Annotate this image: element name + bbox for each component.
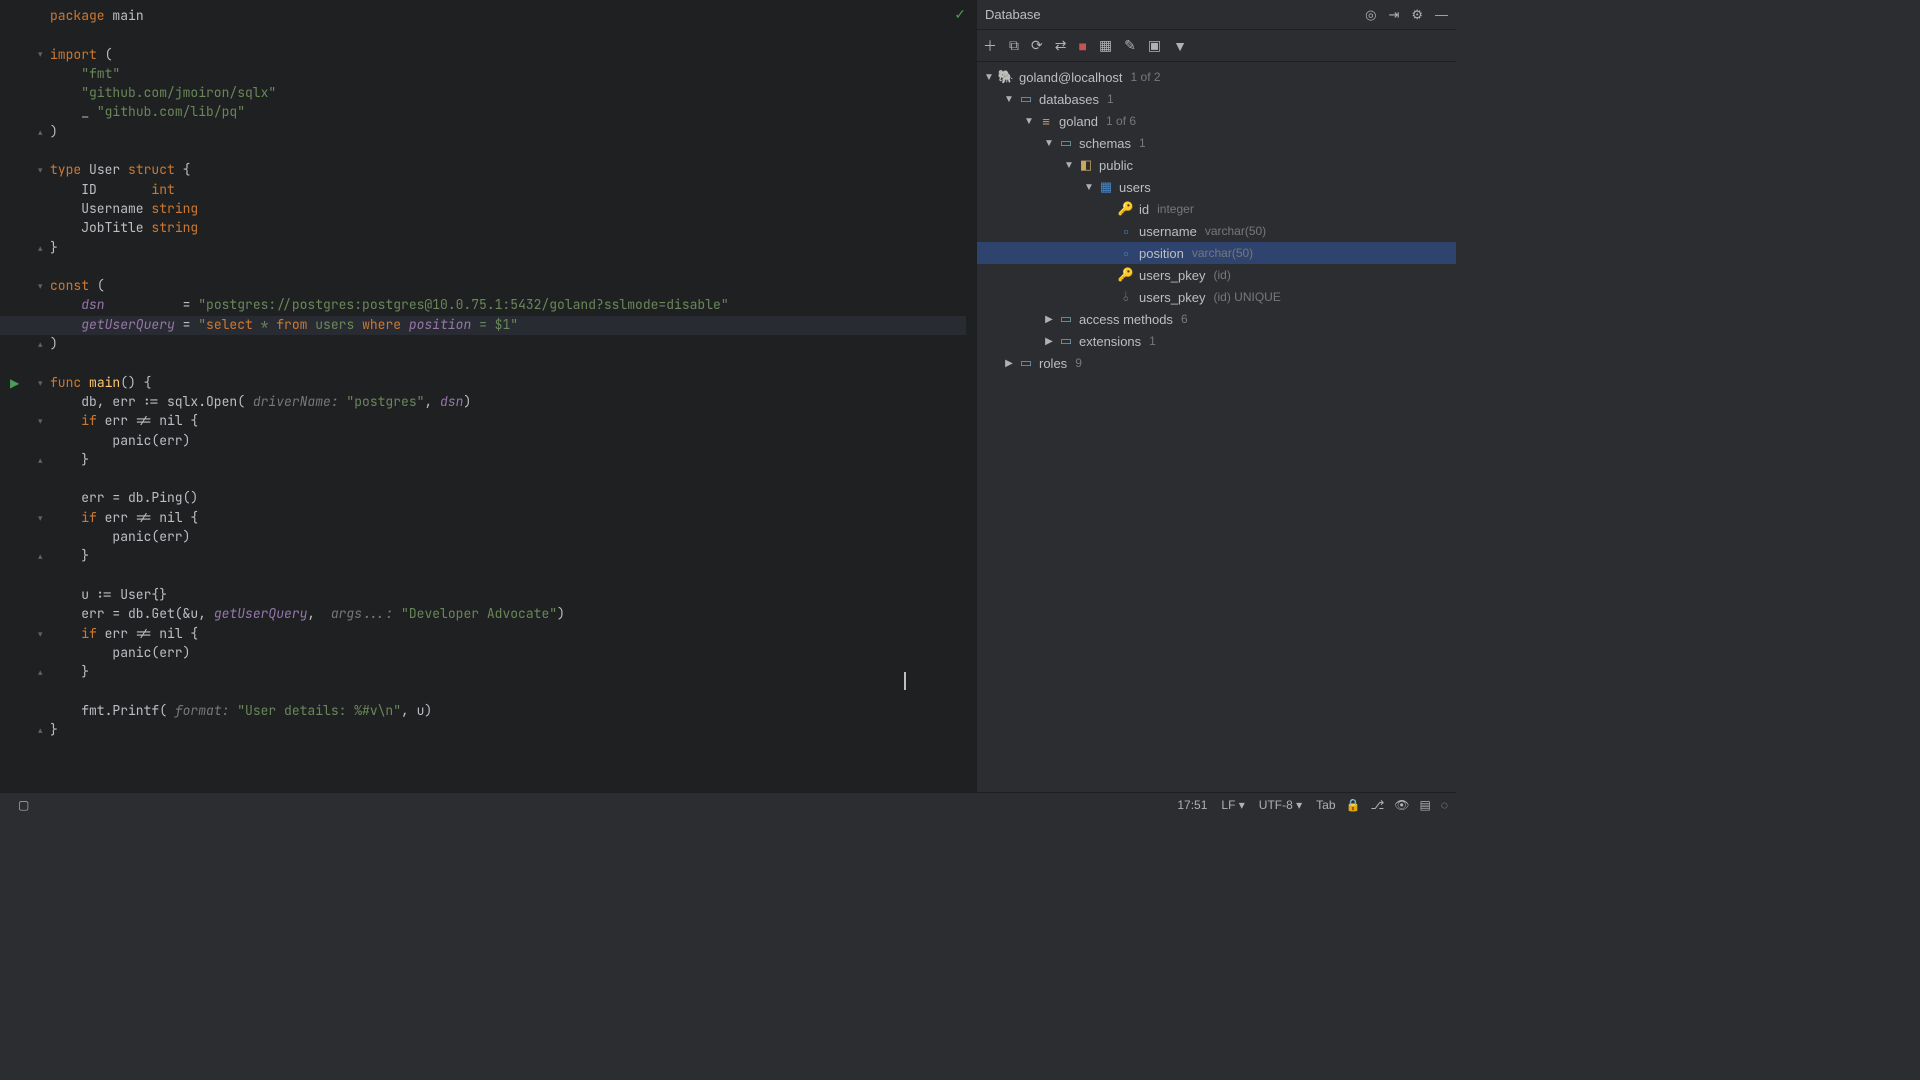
tree-column-id[interactable]: 🔑 id integer: [977, 198, 1456, 220]
settings-icon[interactable]: ⚙: [1411, 7, 1423, 23]
fold-icon[interactable]: ▴: [38, 547, 43, 566]
collapse-icon[interactable]: ▶: [1041, 314, 1057, 325]
fold-icon[interactable]: ▴: [38, 663, 43, 682]
tool-windows-icon[interactable]: ▢: [18, 798, 29, 812]
status-bar: ▢ 17:51 LF ▾ UTF-8 ▾ Tab 🔒 ⎇ 👁 ▤ ◌: [0, 792, 1456, 816]
sync-icon[interactable]: ⇄: [1055, 37, 1067, 54]
index-icon: ⫰: [1117, 289, 1135, 305]
tree-table-users[interactable]: ▼ ▦ users: [977, 176, 1456, 198]
tree-column-username[interactable]: ▫ username varchar(50): [977, 220, 1456, 242]
tree-column-position[interactable]: ▫ position varchar(50): [977, 242, 1456, 264]
fold-icon[interactable]: ▴: [38, 239, 43, 258]
tree-databases[interactable]: ▼ ▭ databases 1: [977, 88, 1456, 110]
folder-icon: ▭: [1057, 135, 1075, 151]
status-indent[interactable]: Tab: [1316, 798, 1335, 812]
fold-icon[interactable]: ▾: [38, 412, 43, 431]
tree-pkey[interactable]: 🔑 users_pkey (id): [977, 264, 1456, 286]
fold-icon[interactable]: ▾: [38, 161, 43, 180]
tree-schema-public[interactable]: ▼ ◧ public: [977, 154, 1456, 176]
folder-icon: ▭: [1017, 355, 1035, 371]
database-toolbar: ＋ ⧉ ⟳ ⇄ ■ ▦ ✎ ▣ ▼: [977, 30, 1456, 62]
tree-datasource[interactable]: ▼ 🐘 goland@localhost 1 of 2: [977, 66, 1456, 88]
stop-icon[interactable]: ■: [1078, 38, 1086, 54]
refresh-icon[interactable]: ⟳: [1031, 37, 1043, 54]
lock-icon[interactable]: 🔒: [1346, 798, 1361, 812]
fold-icon[interactable]: ▴: [38, 451, 43, 470]
expand-icon[interactable]: ▼: [1001, 94, 1017, 105]
pk-column-icon: 🔑: [1117, 201, 1135, 217]
add-icon[interactable]: ＋: [983, 36, 997, 56]
collapse-icon[interactable]: ▶: [1001, 358, 1017, 369]
column-icon: ▫: [1117, 246, 1135, 261]
column-icon: ▫: [1117, 224, 1135, 239]
git-icon[interactable]: ⎇: [1370, 798, 1384, 812]
postgres-icon: 🐘: [997, 69, 1015, 85]
expand-icon[interactable]: ▼: [1021, 116, 1037, 127]
database-tree[interactable]: ▼ 🐘 goland@localhost 1 of 2 ▼ ▭ database…: [977, 62, 1456, 792]
fold-icon[interactable]: ▾: [38, 374, 43, 393]
table-icon: ▦: [1097, 179, 1115, 195]
fold-icon[interactable]: ▴: [38, 123, 43, 142]
database-tool-window: Database ◎ ⇥ ⚙ — ＋ ⧉ ⟳ ⇄ ■ ▦ ✎ ▣ ▼ ▼ 🐘 g…: [976, 0, 1456, 792]
tree-roles[interactable]: ▶ ▭ roles 9: [977, 352, 1456, 374]
code-editor[interactable]: ✓ ▶ ▾ ▴ ▾ ▴ ▾ ▴ ▾ ▾ ▴ ▾ ▴ ▾ ▴ ▴ package …: [0, 0, 976, 792]
collapse-icon[interactable]: ▶: [1041, 336, 1057, 347]
edit-icon[interactable]: ✎: [1124, 37, 1136, 54]
tree-index[interactable]: ⫰ users_pkey (id) UNIQUE: [977, 286, 1456, 308]
notifications-icon[interactable]: ◌: [1441, 798, 1448, 812]
inspection-icon[interactable]: 👁: [1394, 798, 1409, 812]
folder-icon: ▭: [1057, 311, 1075, 327]
tree-access-methods[interactable]: ▶ ▭ access methods 6: [977, 308, 1456, 330]
table-view-icon[interactable]: ▦: [1099, 37, 1112, 54]
fold-icon[interactable]: ▴: [38, 721, 43, 740]
status-encoding[interactable]: UTF-8 ▾: [1259, 798, 1302, 812]
panel-title: Database: [985, 7, 1353, 22]
database-icon: ≡: [1037, 114, 1055, 129]
fold-icon[interactable]: ▾: [38, 45, 43, 64]
folder-icon: ▭: [1017, 91, 1035, 107]
key-icon: 🔑: [1117, 267, 1135, 283]
folder-icon: ▭: [1057, 333, 1075, 349]
duplicate-icon[interactable]: ⧉: [1009, 37, 1019, 54]
fold-icon[interactable]: ▾: [38, 277, 43, 296]
text-cursor: [904, 672, 906, 690]
memory-icon[interactable]: ▤: [1420, 798, 1431, 812]
fold-icon[interactable]: ▾: [38, 509, 43, 528]
run-gutter-icon[interactable]: ▶: [10, 376, 19, 390]
filter-icon[interactable]: ▼: [1173, 38, 1187, 54]
hide-icon[interactable]: —: [1435, 7, 1448, 22]
inspection-ok-icon: ✓: [954, 6, 966, 23]
expand-icon[interactable]: ▼: [1061, 160, 1077, 171]
tree-db-goland[interactable]: ▼ ≡ goland 1 of 6: [977, 110, 1456, 132]
console-icon[interactable]: ▣: [1148, 37, 1161, 54]
collapse-icon[interactable]: ⇥: [1388, 7, 1399, 23]
expand-icon[interactable]: ▼: [1081, 182, 1097, 193]
expand-icon[interactable]: ▼: [1041, 138, 1057, 149]
expand-icon[interactable]: ▼: [981, 72, 997, 83]
fold-icon[interactable]: ▾: [38, 625, 43, 644]
code-content[interactable]: package main import ( "fmt" "github.com/…: [50, 6, 729, 739]
database-panel-header: Database ◎ ⇥ ⚙ —: [977, 0, 1456, 30]
fold-icon[interactable]: ▴: [38, 335, 43, 354]
schema-icon: ◧: [1077, 157, 1095, 173]
status-time[interactable]: 17:51: [1177, 798, 1207, 812]
locate-icon[interactable]: ◎: [1365, 7, 1376, 23]
status-line-sep[interactable]: LF ▾: [1221, 798, 1244, 812]
tree-extensions[interactable]: ▶ ▭ extensions 1: [977, 330, 1456, 352]
tree-schemas[interactable]: ▼ ▭ schemas 1: [977, 132, 1456, 154]
